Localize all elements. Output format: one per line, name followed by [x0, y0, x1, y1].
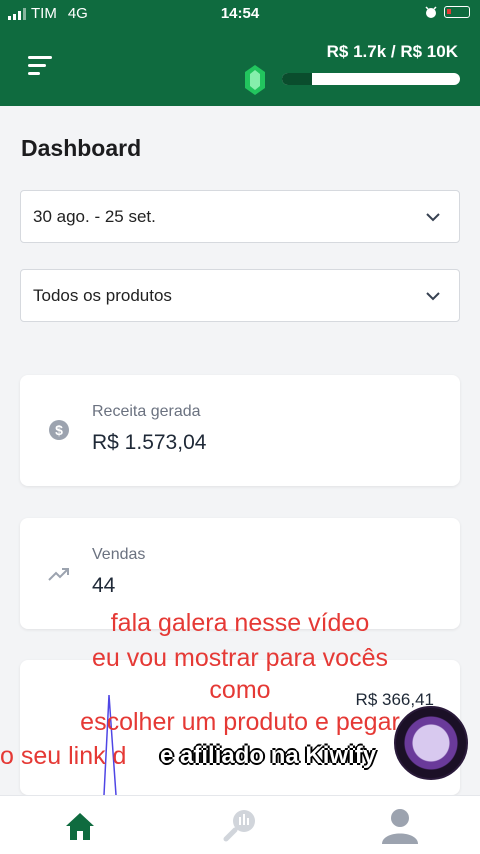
page-title: Dashboard	[21, 135, 142, 161]
caption-line-5: o seu link d	[0, 742, 127, 770]
app-header: R$ 1.7k / R$ 10K	[0, 26, 480, 106]
home-icon	[66, 813, 94, 840]
date-range-value: 30 ago. - 25 set.	[33, 207, 156, 226]
date-range-select[interactable]: 30 ago. - 25 set.	[20, 190, 460, 243]
subtitle-overlay: e afiliado na Kiwify	[160, 742, 377, 769]
status-bar: TIM 4G 14:54	[0, 0, 480, 26]
nav-home[interactable]	[58, 804, 102, 848]
caption-line-2: eu vou mostrar para vocês	[92, 644, 388, 672]
revenue-goal-label: R$ 1.7k / R$ 10K	[326, 42, 458, 61]
sales-value: 44	[92, 574, 116, 597]
svg-text:$: $	[55, 422, 63, 438]
dollar-circle-icon: $	[49, 420, 69, 440]
caption-line-1: fala galera nesse vídeo	[110, 609, 370, 637]
caption-line-3: como	[209, 676, 271, 704]
nav-profile[interactable]	[378, 804, 422, 848]
progress-fill	[282, 73, 313, 85]
chevron-down-icon	[426, 213, 440, 222]
bottom-nav	[0, 795, 480, 854]
product-select[interactable]: Todos os produtos	[20, 269, 460, 322]
revenue-card: $ Receita gerada R$ 1.573,04	[20, 375, 460, 486]
product-value: Todos os produtos	[33, 286, 172, 305]
profile-icon	[382, 809, 418, 844]
emerald-icon	[245, 65, 265, 95]
nav-analytics[interactable]	[218, 804, 262, 848]
menu-button[interactable]	[28, 56, 52, 76]
status-time: 14:54	[220, 5, 260, 22]
chevron-down-icon	[426, 292, 440, 301]
status-right	[424, 5, 470, 19]
alarm-icon	[425, 6, 437, 18]
creator-avatar	[394, 706, 468, 780]
sales-label: Vendas	[92, 546, 146, 563]
revenue-progress-bar	[282, 73, 460, 85]
trending-up-icon	[48, 568, 69, 581]
analytics-icon	[223, 810, 255, 842]
revenue-label: Receita gerada	[92, 403, 201, 420]
battery-icon	[444, 6, 470, 18]
revenue-value: R$ 1.573,04	[92, 431, 207, 454]
